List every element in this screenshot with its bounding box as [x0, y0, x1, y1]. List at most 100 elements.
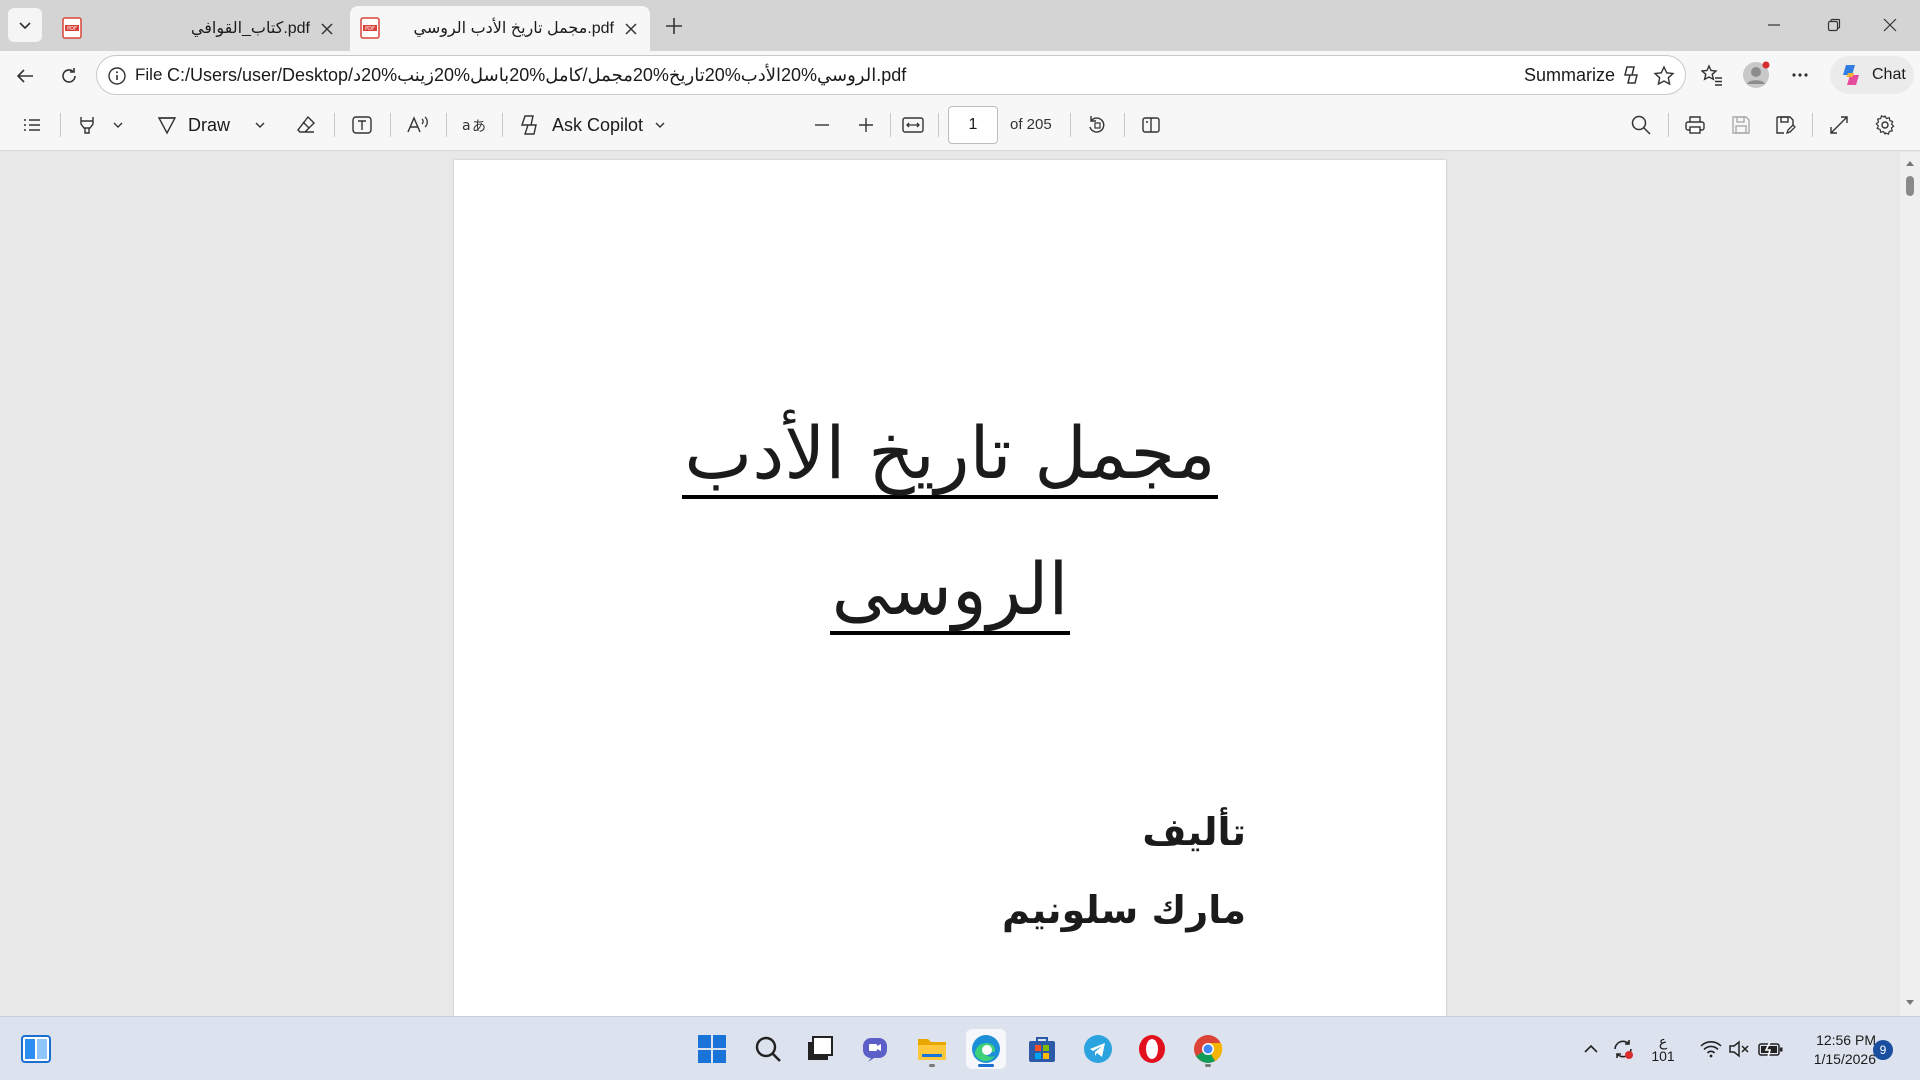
highlighter-icon: [80, 117, 94, 134]
volume-button[interactable]: [1726, 1035, 1752, 1063]
task-view-button[interactable]: [800, 1029, 840, 1069]
document-title-line-2: الروسى: [454, 544, 1446, 635]
new-tab-button[interactable]: [660, 12, 688, 40]
opera-icon: [1139, 1035, 1165, 1063]
plus-icon: [859, 118, 873, 132]
vertical-scrollbar[interactable]: [1900, 152, 1920, 1016]
tab-close-button[interactable]: [622, 20, 640, 38]
draw-button[interactable]: Draw: [156, 109, 244, 141]
chevron-up-icon: [1584, 1044, 1598, 1053]
refresh-button[interactable]: [52, 59, 86, 93]
profile-button[interactable]: [1738, 58, 1774, 92]
store-icon: [1029, 1037, 1055, 1062]
ask-copilot-button[interactable]: Ask Copilot: [518, 109, 668, 141]
copilot-icon: [1624, 66, 1638, 84]
scrollbar-thumb[interactable]: [1906, 176, 1914, 196]
zoom-out-button[interactable]: [806, 109, 838, 141]
minimize-icon: [1768, 24, 1780, 26]
teams-app-button[interactable]: [856, 1029, 896, 1069]
favorites-icon: [1701, 64, 1722, 86]
favorites-button[interactable]: [1694, 58, 1730, 92]
ask-copilot-options-button[interactable]: [648, 109, 672, 141]
page-total-label: of 205: [1010, 116, 1052, 133]
active-indicator: [978, 1064, 994, 1067]
sync-icon: [1614, 1040, 1633, 1059]
ask-copilot-label: Ask Copilot: [552, 114, 644, 135]
scroll-up-arrow-icon[interactable]: [1904, 158, 1916, 168]
draw-label: Draw: [188, 114, 231, 135]
close-icon: [1883, 18, 1897, 32]
close-window-button[interactable]: [1860, 0, 1920, 50]
search-button[interactable]: [748, 1029, 788, 1069]
input-language-button[interactable]: ع 101: [1648, 1033, 1678, 1064]
print-button[interactable]: [1678, 109, 1712, 141]
search-icon: [755, 1036, 781, 1062]
page-number-input[interactable]: 1: [948, 106, 998, 144]
fit-to-width-button[interactable]: [896, 109, 930, 141]
highlight-button[interactable]: [72, 109, 102, 141]
add-text-button[interactable]: [346, 109, 378, 141]
back-button[interactable]: [8, 59, 42, 93]
language-indicator: ع: [1658, 1033, 1668, 1049]
toolbar-divider: [390, 113, 391, 137]
file-explorer-button[interactable]: [912, 1029, 952, 1069]
scroll-down-arrow-icon[interactable]: [1904, 998, 1916, 1008]
tab-actions-menu-button[interactable]: [8, 8, 42, 42]
clock-button[interactable]: 12:56 PM 1/15/2026: [1796, 1031, 1876, 1069]
page-view-button[interactable]: [1134, 109, 1168, 141]
chrome-button[interactable]: [1188, 1029, 1228, 1069]
update-status-button[interactable]: [1608, 1035, 1638, 1063]
pdf-settings-button[interactable]: [1868, 109, 1902, 141]
telegram-button[interactable]: [1078, 1029, 1118, 1069]
zoom-in-button[interactable]: [850, 109, 882, 141]
copilot-chat-button[interactable]: Chat: [1830, 56, 1914, 94]
battery-button[interactable]: [1756, 1035, 1786, 1063]
translate-icon: aあ: [462, 118, 486, 135]
svg-text:あ: あ: [472, 119, 486, 135]
expand-icon: [1830, 116, 1848, 134]
summarize-button[interactable]: Summarize: [1524, 56, 1643, 94]
read-aloud-button[interactable]: [402, 109, 434, 141]
microsoft-store-button[interactable]: [1022, 1029, 1062, 1069]
pdf-viewer-area[interactable]: مجمل تاريخ الأدب الروسى تأليف مارك سلوني…: [4, 152, 1900, 1016]
printer-icon: [1685, 116, 1705, 134]
contents-button[interactable]: [16, 109, 48, 141]
read-aloud-icon: [407, 116, 428, 133]
toolbar-divider: [1668, 113, 1669, 137]
tab-qawafi[interactable]: PDF كتاب_القوافي.pdf: [52, 6, 346, 51]
pdf-file-icon: PDF: [360, 17, 380, 39]
tab-close-button[interactable]: [318, 20, 336, 38]
copilot-logo-icon: [1843, 65, 1859, 85]
show-hidden-icons-button[interactable]: [1580, 1035, 1602, 1063]
edge-browser-button[interactable]: [966, 1029, 1006, 1069]
translate-button[interactable]: aあ: [458, 109, 490, 141]
chrome-icon: [1194, 1035, 1223, 1063]
address-input[interactable]: File C:/Users/user/Desktop/الروسي%20الأد…: [96, 55, 1686, 95]
notification-badge[interactable]: 9: [1873, 1040, 1893, 1060]
minimize-button[interactable]: [1744, 0, 1804, 50]
settings-and-more-button[interactable]: [1782, 58, 1818, 92]
save-as-button[interactable]: [1768, 109, 1802, 141]
fit-width-icon: [902, 117, 924, 133]
save-button[interactable]: [1724, 109, 1758, 141]
gear-icon: [1875, 114, 1895, 136]
restore-button[interactable]: [1804, 0, 1864, 50]
start-button[interactable]: [692, 1029, 732, 1069]
chevron-down-icon: [113, 122, 123, 128]
plus-icon: [666, 18, 682, 34]
opera-button[interactable]: [1132, 1029, 1172, 1069]
widgets-button[interactable]: [16, 1029, 56, 1069]
more-horizontal-icon: [1792, 73, 1808, 77]
highlight-options-button[interactable]: [106, 109, 130, 141]
erase-button[interactable]: [290, 109, 322, 141]
info-icon[interactable]: [107, 66, 127, 86]
rotate-button[interactable]: [1080, 109, 1114, 141]
wifi-button[interactable]: [1698, 1035, 1724, 1063]
full-screen-button[interactable]: [1822, 109, 1856, 141]
chat-label: Chat: [1872, 66, 1906, 83]
draw-options-button[interactable]: [248, 109, 272, 141]
toolbar-divider: [334, 113, 335, 137]
tab-russian-literature[interactable]: PDF مجمل تاريخ الأدب الروسي.pdf: [350, 6, 650, 51]
star-icon[interactable]: [1653, 65, 1675, 87]
find-button[interactable]: [1624, 109, 1658, 141]
